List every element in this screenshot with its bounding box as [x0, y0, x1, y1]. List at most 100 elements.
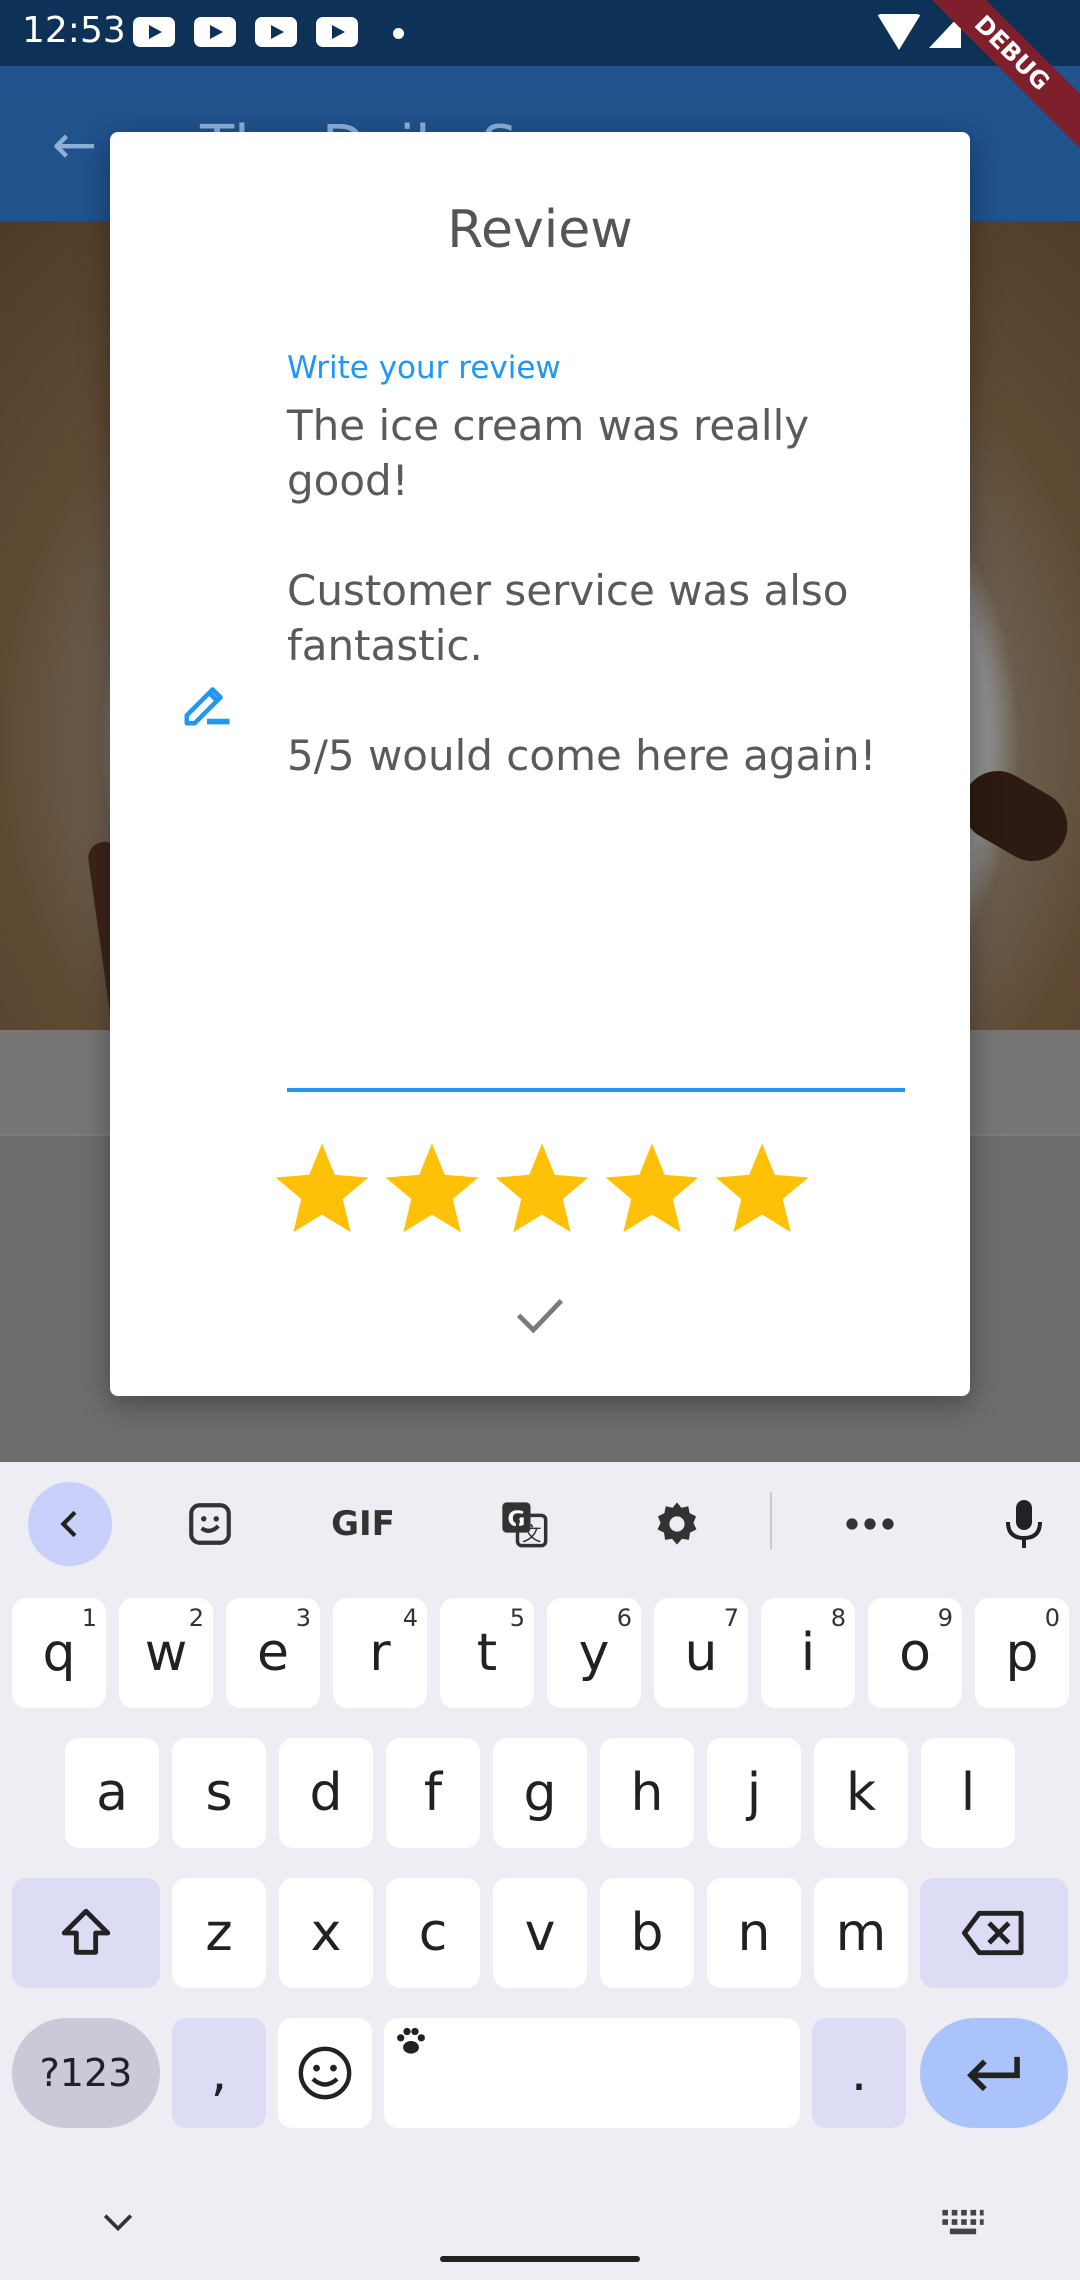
key-label: o	[899, 1623, 931, 1683]
backspace-key[interactable]	[920, 1878, 1068, 1988]
more-icon[interactable]	[838, 1482, 902, 1566]
key-hint: 0	[1044, 1604, 1060, 1632]
gif-icon[interactable]: GIF	[326, 1482, 400, 1566]
key-hint: 8	[830, 1604, 846, 1632]
key-hint: 3	[295, 1604, 311, 1632]
star-icon[interactable]	[712, 1140, 812, 1240]
key-b[interactable]: b	[600, 1878, 694, 1988]
key-m[interactable]: m	[814, 1878, 908, 1988]
youtube-notification-icon	[255, 17, 297, 47]
key-label: l	[960, 1763, 976, 1823]
key-o[interactable]: o9	[868, 1598, 962, 1708]
review-field-underline	[287, 1088, 905, 1092]
star-icon[interactable]	[492, 1140, 592, 1240]
emoji-key[interactable]	[278, 2018, 372, 2128]
key-hint: 1	[81, 1604, 97, 1632]
key-label: h	[630, 1763, 664, 1823]
status-time: 12:53	[22, 10, 126, 51]
key-label: v	[524, 1903, 556, 1963]
translate-icon[interactable]: G文	[492, 1482, 556, 1566]
key-d[interactable]: d	[279, 1738, 373, 1848]
back-chevron-icon[interactable]	[28, 1482, 112, 1566]
star-icon[interactable]	[602, 1140, 702, 1240]
key-label: e	[257, 1623, 289, 1683]
toolbar-divider	[770, 1492, 772, 1550]
keyboard-switch-icon[interactable]	[940, 2208, 986, 2242]
key-h[interactable]: h	[600, 1738, 694, 1848]
paw-icon	[397, 2027, 425, 2054]
dialog-title: Review	[447, 200, 633, 260]
key-label: f	[423, 1763, 443, 1823]
key-label: m	[835, 1903, 887, 1963]
symbols-key[interactable]: ?123	[12, 2018, 160, 2128]
key-label: w	[144, 1623, 188, 1683]
enter-key[interactable]	[920, 2018, 1068, 2128]
edit-pencil-icon	[184, 687, 230, 726]
key-c[interactable]: c	[386, 1878, 480, 1988]
key-label: k	[845, 1763, 877, 1823]
key-p[interactable]: p0	[975, 1598, 1069, 1708]
key-hint: 5	[509, 1604, 525, 1632]
hide-keyboard-icon[interactable]	[96, 2208, 140, 2242]
key-label: d	[309, 1763, 343, 1823]
key-label: c	[418, 1903, 448, 1963]
settings-icon[interactable]	[645, 1482, 709, 1566]
key-q[interactable]: q1	[12, 1598, 106, 1708]
check-icon[interactable]	[508, 1282, 572, 1346]
space-key[interactable]	[384, 2018, 800, 2128]
wifi-icon	[877, 14, 921, 50]
key-z[interactable]: z	[172, 1878, 266, 1988]
key-v[interactable]: v	[493, 1878, 587, 1988]
key-hint: 6	[616, 1604, 632, 1632]
star-rating[interactable]	[272, 1140, 832, 1250]
key-label: u	[684, 1623, 718, 1683]
key-t[interactable]: t5	[440, 1598, 534, 1708]
review-field-label: Write your review	[287, 350, 561, 386]
star-icon[interactable]	[382, 1140, 482, 1240]
key-label: y	[578, 1623, 610, 1683]
key-label: z	[205, 1903, 233, 1963]
key-label: s	[205, 1763, 233, 1823]
youtube-notification-icon	[194, 17, 236, 47]
key-u[interactable]: u7	[654, 1598, 748, 1708]
key-r[interactable]: r4	[333, 1598, 427, 1708]
key-w[interactable]: w2	[119, 1598, 213, 1708]
key-label: p	[1005, 1623, 1039, 1683]
youtube-notification-icon	[316, 17, 358, 47]
key-s[interactable]: s	[172, 1738, 266, 1848]
key-e[interactable]: e3	[226, 1598, 320, 1708]
shift-key[interactable]	[12, 1878, 160, 1988]
key-j[interactable]: j	[707, 1738, 801, 1848]
more-notifications-icon	[393, 28, 404, 39]
period-key[interactable]: .	[812, 2018, 906, 2128]
key-a[interactable]: a	[65, 1738, 159, 1848]
key-g[interactable]: g	[493, 1738, 587, 1848]
key-i[interactable]: i8	[761, 1598, 855, 1708]
youtube-notification-icon	[133, 17, 175, 47]
key-f[interactable]: f	[386, 1738, 480, 1848]
arrow-back-icon[interactable]: ←	[52, 118, 97, 172]
review-text-field[interactable]: The ice cream was really good! Customer …	[287, 398, 907, 783]
key-n[interactable]: n	[707, 1878, 801, 1988]
key-y[interactable]: y6	[547, 1598, 641, 1708]
key-label: b	[630, 1903, 664, 1963]
key-l[interactable]: l	[921, 1738, 1015, 1848]
comma-key[interactable]: ,	[172, 2018, 266, 2128]
key-label: g	[523, 1763, 557, 1823]
key-label: x	[310, 1903, 342, 1963]
key-hint: 9	[937, 1604, 953, 1632]
mic-icon[interactable]	[992, 1482, 1056, 1566]
sticker-icon[interactable]	[178, 1482, 242, 1566]
onscreen-keyboard: GIF G文 q1w2e3r4t5y6u7i8o9p0asdfghjklzxcv…	[0, 1462, 1080, 2280]
key-label: i	[800, 1623, 816, 1683]
status-bar: 12:53	[0, 0, 1080, 66]
gesture-nav-handle[interactable]	[440, 2256, 640, 2262]
key-label: a	[96, 1763, 128, 1823]
star-icon[interactable]	[272, 1140, 372, 1240]
key-k[interactable]: k	[814, 1738, 908, 1848]
review-dialog: Review Write your review The ice cream w…	[110, 132, 970, 1396]
key-hint: 2	[188, 1604, 204, 1632]
key-x[interactable]: x	[279, 1878, 373, 1988]
key-label: t	[476, 1623, 498, 1683]
key-label: r	[369, 1623, 391, 1683]
